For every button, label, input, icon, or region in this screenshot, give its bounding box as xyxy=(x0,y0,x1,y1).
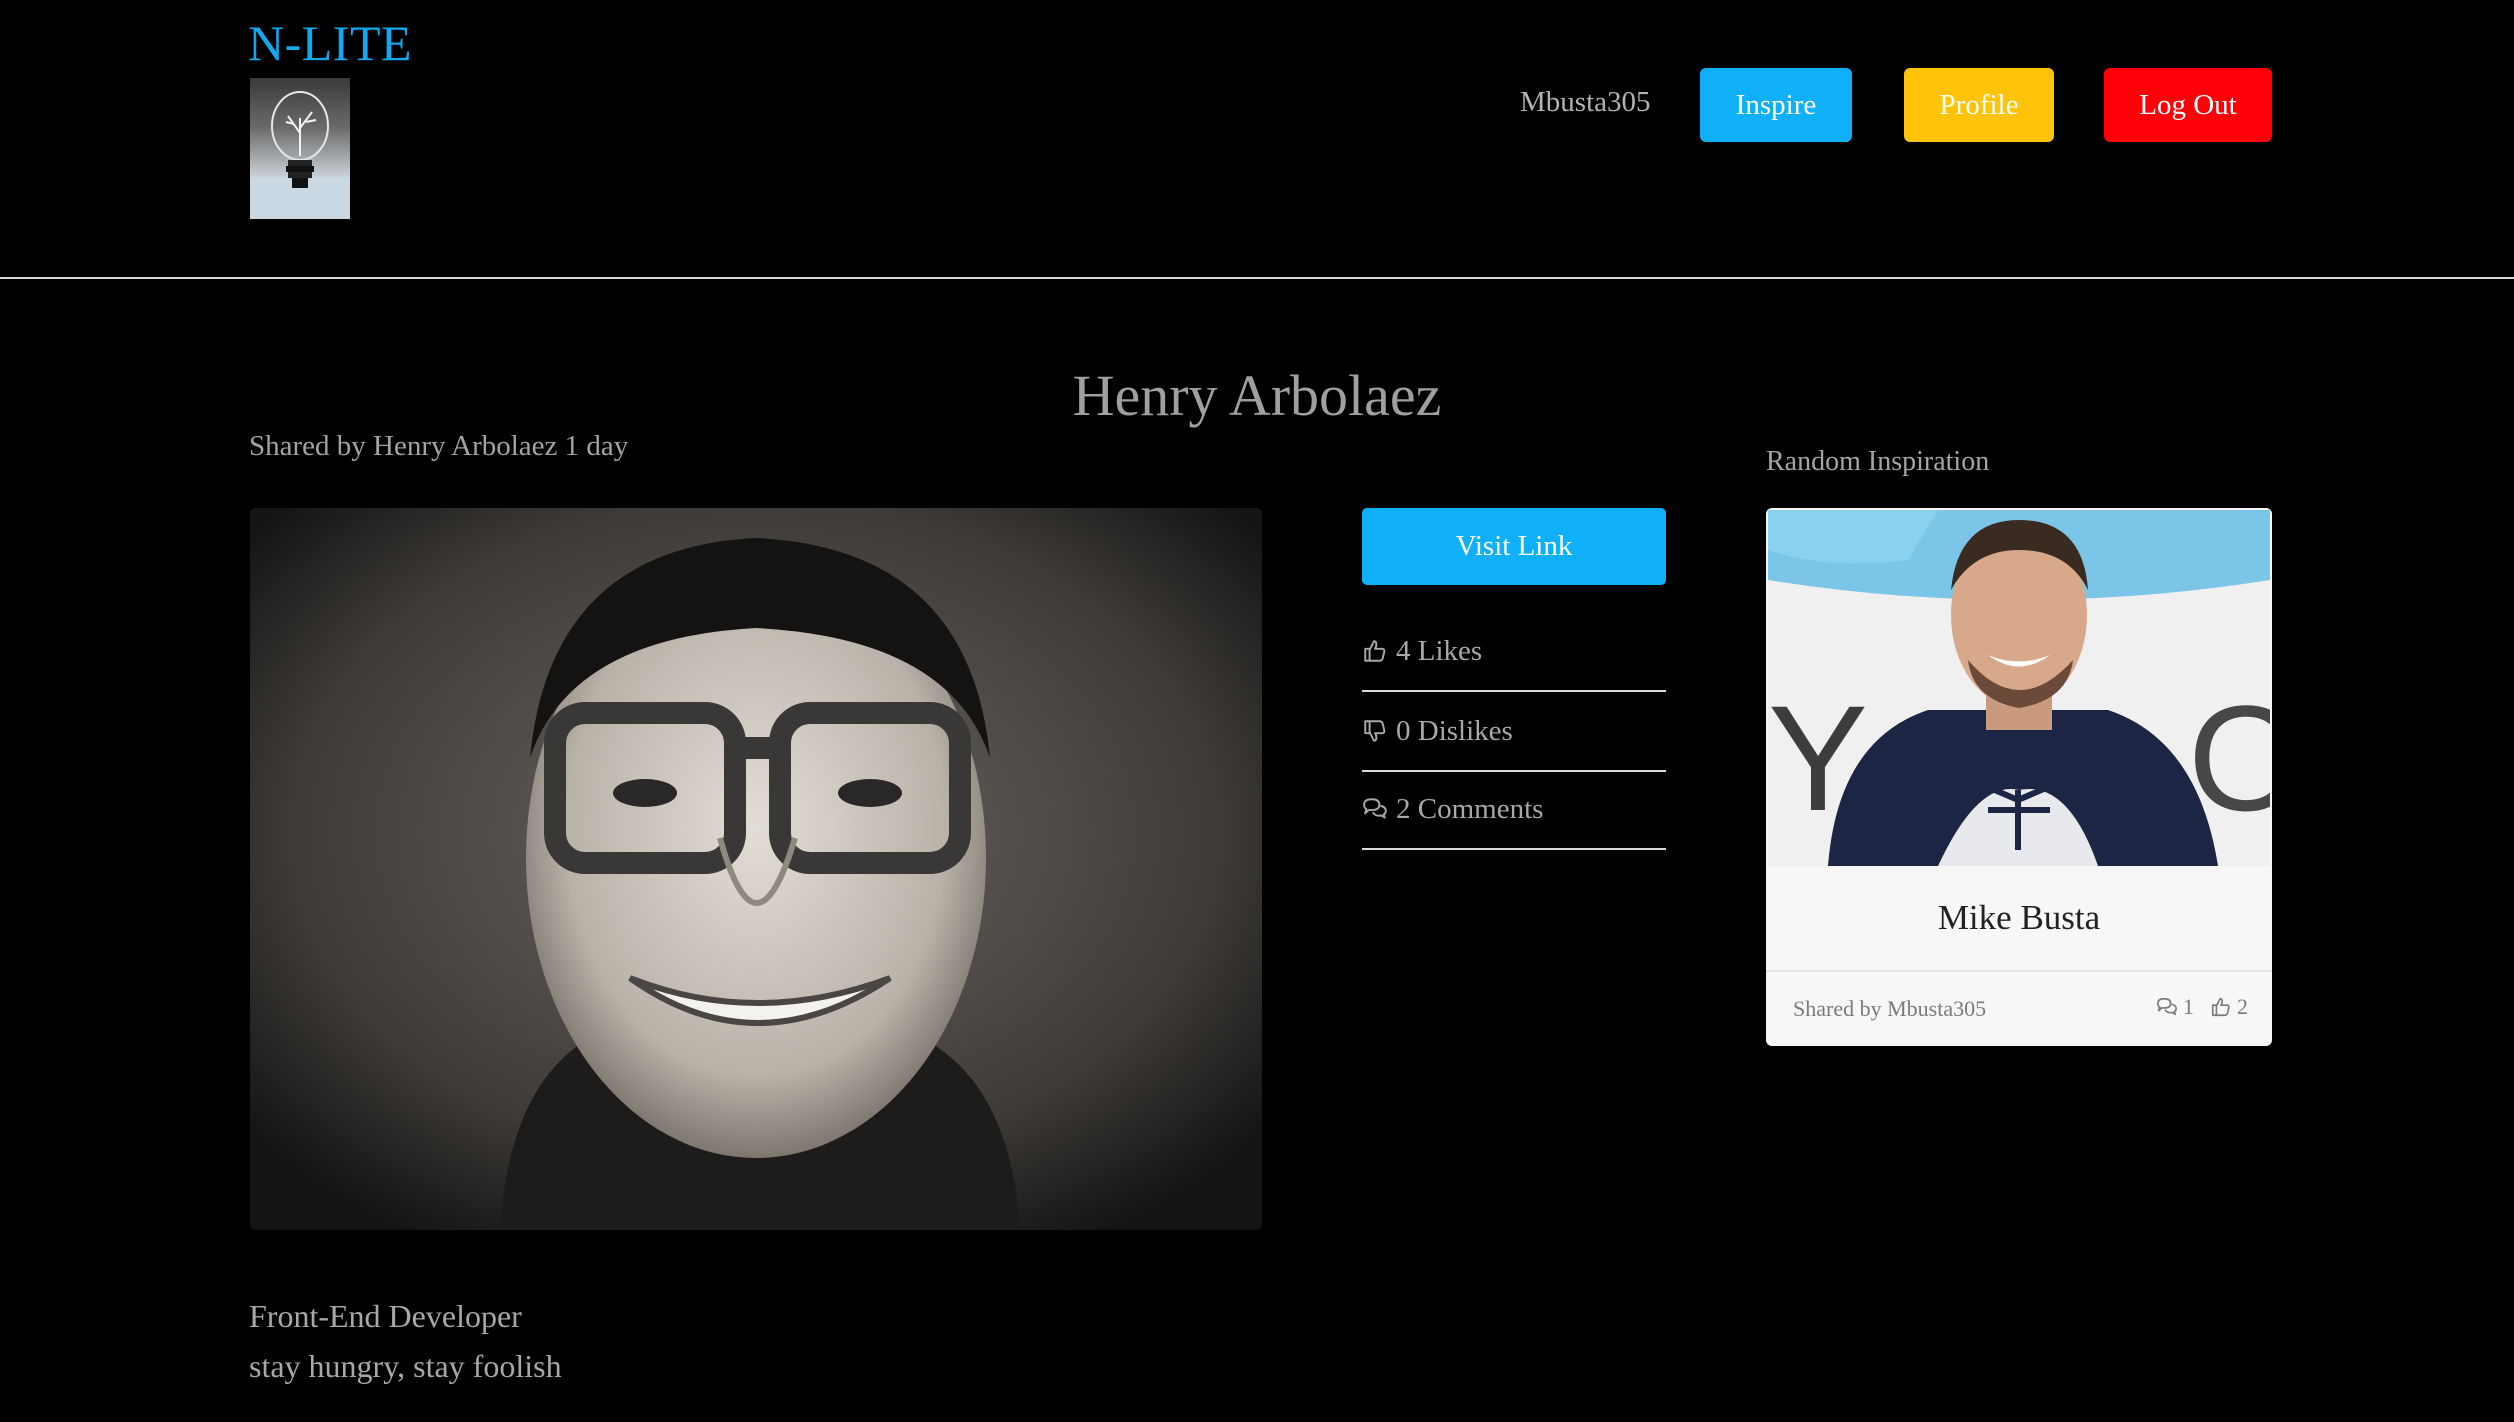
comments-stat[interactable]: 2 Comments xyxy=(1362,770,1666,850)
card-shared-by: Shared by Mbusta305 xyxy=(1793,996,1987,1021)
comments-icon xyxy=(2157,997,2177,1016)
random-inspiration-heading: Random Inspiration xyxy=(1766,446,1990,477)
card-divider xyxy=(1766,970,2272,972)
post-description-line-1: Front-End Developer xyxy=(249,1298,522,1334)
post-description-line-2: stay hungry, stay foolish xyxy=(249,1348,562,1384)
lightbulb-logo-image[interactable] xyxy=(250,78,350,219)
dislikes-count-label: 0 Dislikes xyxy=(1396,714,1513,747)
comments-icon xyxy=(1363,798,1387,819)
card-stats: 1 2 xyxy=(2156,994,2248,1020)
likes-count-label: 4 Likes xyxy=(1396,634,1483,667)
inspire-button[interactable]: Inspire xyxy=(1700,68,1852,142)
likes-stat[interactable]: 4 Likes xyxy=(1362,612,1666,692)
logout-button[interactable]: Log Out xyxy=(2104,68,2272,142)
card-likes-stat[interactable]: 2 xyxy=(2210,994,2248,1020)
brand-logo-text[interactable]: N-LITE xyxy=(248,18,412,68)
post-portrait-image xyxy=(250,508,1262,1230)
card-likes-count: 2 xyxy=(2237,994,2248,1019)
post-meta: Shared by Henry Arbolaez 1 day xyxy=(249,430,629,462)
card-comments-stat[interactable]: 1 xyxy=(2156,994,2194,1020)
current-username: Mbusta305 xyxy=(1520,86,1651,118)
post-title: Henry Arbolaez xyxy=(1072,363,1442,428)
header-divider xyxy=(0,277,2514,279)
thumbs-up-icon xyxy=(2211,997,2230,1017)
comments-count-label: 2 Comments xyxy=(1396,792,1544,825)
thumbs-down-icon xyxy=(1364,720,1386,742)
thumbs-up-icon xyxy=(1364,640,1386,662)
inspiration-card[interactable]: Y N O Mike Busta Shared by Mbusta305 1 xyxy=(1766,508,2272,1046)
card-title[interactable]: Mike Busta xyxy=(1766,898,2272,938)
card-portrait-image[interactable]: Y N O xyxy=(1768,510,2270,866)
card-comments-count: 1 xyxy=(2183,994,2194,1019)
visit-link-button[interactable]: Visit Link xyxy=(1362,508,1666,585)
profile-button[interactable]: Profile xyxy=(1904,68,2054,142)
dislikes-stat[interactable]: 0 Dislikes xyxy=(1362,692,1666,772)
